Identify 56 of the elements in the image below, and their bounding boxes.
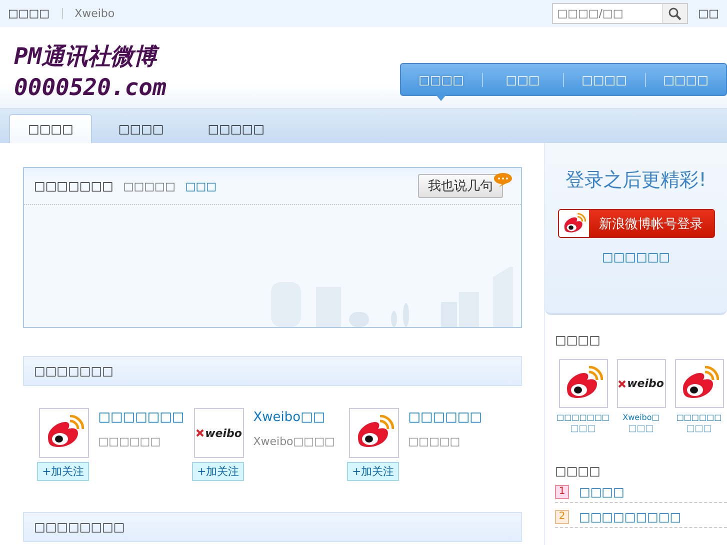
nav-item[interactable]: □□□□ <box>663 72 708 86</box>
cross-icon <box>618 380 626 388</box>
tab[interactable]: □□□□□ <box>190 115 282 143</box>
account-name[interactable]: □□□□□□□ <box>98 410 184 425</box>
register-link[interactable]: □□□□□□ <box>602 250 670 264</box>
account-avatar[interactable] <box>674 359 724 408</box>
follow-button[interactable]: +加关注 <box>37 462 90 481</box>
comment-button[interactable]: 我也说几句 <box>418 174 503 198</box>
sidebar-heading: □□□□ <box>555 333 602 347</box>
rank-badge: 2 <box>555 510 569 524</box>
speech-bubble-icon <box>493 172 513 188</box>
account-avatar[interactable] <box>349 408 399 458</box>
panel-link[interactable]: □□□ <box>185 180 217 192</box>
weibo-logo: weibo <box>627 377 664 390</box>
section-title: □□□□□□□ <box>34 364 114 378</box>
top-link[interactable]: □□ <box>698 7 719 20</box>
panel-subtitle: □□□□□ <box>123 180 176 192</box>
follow-link[interactable]: □□□ <box>686 424 712 434</box>
account-avatar[interactable] <box>558 359 608 408</box>
account-description: Xweibo□□□□ <box>253 435 335 448</box>
tab[interactable]: □□□□ <box>9 114 92 143</box>
account-name[interactable]: □□□□□□ <box>676 413 722 422</box>
tab[interactable]: □□□□ <box>100 115 182 143</box>
sidebar-heading: □□□□ <box>555 464 602 478</box>
nav-item[interactable]: □□□□ <box>418 72 464 86</box>
nav-item[interactable]: □□□ <box>506 72 540 86</box>
nav-item[interactable]: □□□□ <box>582 72 627 86</box>
search-button[interactable] <box>662 3 688 24</box>
weibo-logo: weibo <box>205 426 242 440</box>
ranking-link[interactable]: □□□□□□□□□ <box>579 510 682 524</box>
search-field[interactable]: □□□□/□□ <box>552 3 662 24</box>
search-icon <box>668 6 682 20</box>
account-avatar[interactable] <box>39 408 89 458</box>
site-logo[interactable]: PM通讯社微博 0000520.com <box>0 42 166 108</box>
rank-badge: 1 <box>555 484 569 498</box>
section-title: □□□□□□□□ <box>34 520 125 534</box>
top-link[interactable]: Xweibo <box>74 7 115 20</box>
cross-icon <box>196 429 204 437</box>
follow-link[interactable]: □□□ <box>628 424 654 434</box>
account-name[interactable]: □□□□□□ <box>408 410 482 425</box>
login-button[interactable]: 新浪微博帐号登录 <box>558 209 714 238</box>
account-avatar[interactable]: weibo <box>194 408 244 458</box>
panel-title: □□□□□□□ <box>34 179 114 193</box>
account-description: □□□□□ <box>408 435 462 448</box>
follow-button[interactable]: +加关注 <box>192 462 244 481</box>
account-description: □□□□□□ <box>98 435 162 448</box>
account-name[interactable]: Xweibo□ <box>622 413 660 422</box>
top-link[interactable]: □□□□ <box>8 7 50 20</box>
slogan: 登录之后更精彩! <box>566 168 706 193</box>
eye-logo-icon <box>562 212 586 234</box>
account-avatar[interactable]: weibo <box>616 359 666 408</box>
account-name[interactable]: Xweibo□□ <box>253 410 335 425</box>
follow-button[interactable]: +加关注 <box>347 462 400 481</box>
account-name[interactable]: □□□□□□□ <box>556 413 610 422</box>
ranking-link[interactable]: □□□□ <box>579 484 624 498</box>
follow-link[interactable]: □□□ <box>570 424 596 434</box>
